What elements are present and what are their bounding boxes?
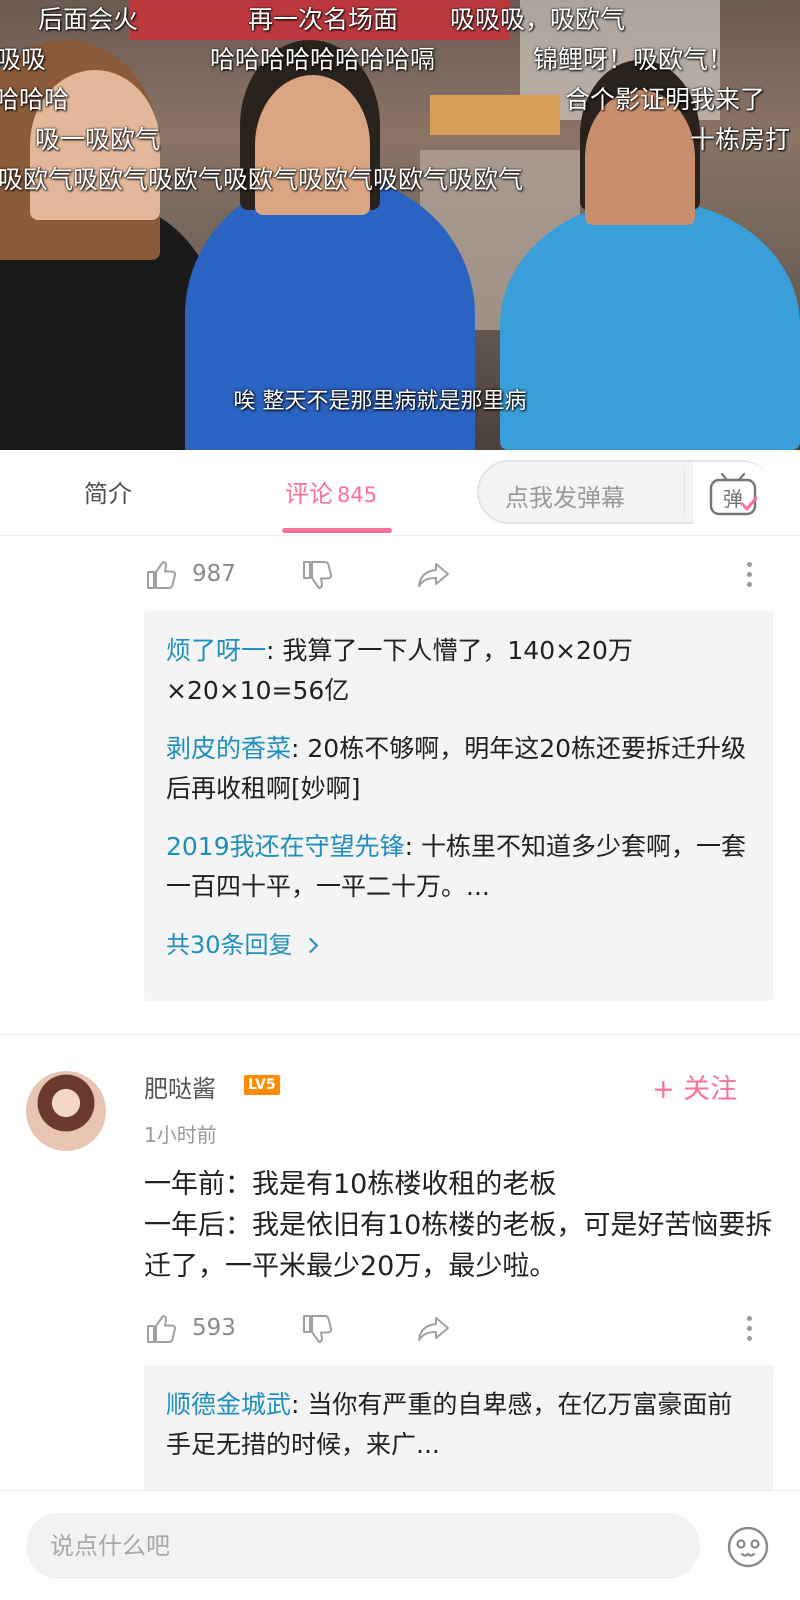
comment-text: 一年前：我是有10栋楼收租的老板 一年后：我是依旧有10栋楼的老板，可是好苦恼要…: [144, 1164, 784, 1287]
tab-comments-count: 845: [337, 483, 378, 507]
danmaku-comment: 吸一吸欧气: [35, 125, 161, 154]
thumbs-down-icon: [303, 561, 333, 589]
video-bg-sign2: [430, 95, 560, 135]
comment-input-bar: [0, 1490, 800, 1600]
more-options-icon[interactable]: [744, 559, 754, 591]
dislike-button[interactable]: [300, 1309, 340, 1349]
svg-text:弹: 弹: [723, 487, 743, 511]
send-danmaku-placeholder: 点我发弹幕: [505, 484, 625, 512]
share-icon: [418, 1317, 449, 1341]
comment-actions: 593: [144, 1309, 774, 1349]
share-button[interactable]: [416, 1309, 456, 1349]
danmaku-toggle-icon: 弹: [709, 472, 758, 516]
view-all-replies-link[interactable]: 共30条回复: [166, 925, 752, 980]
reply-preview-box[interactable]: 烦了呀一: 我算了一下人懵了，140×20万×20×10=56亿 剥皮的香菜: …: [144, 611, 774, 1001]
tab-intro[interactable]: 简介: [84, 474, 132, 509]
reply-username[interactable]: 2019我还在守望先锋: [166, 832, 405, 861]
comment-actions: 987: [144, 555, 774, 595]
follow-button[interactable]: + 关注: [652, 1067, 737, 1106]
tab-comments-label: 评论: [285, 480, 333, 508]
like-count: 593: [192, 1315, 236, 1341]
danmaku-comment: 十栋房打: [690, 125, 791, 154]
comment-time: 1小时前: [144, 1123, 217, 1147]
danmaku-comment: 合个影证明我来了: [565, 85, 766, 114]
reply-item: 2019我还在守望先锋: 十栋里不知道多少套啊，一套一百四十平，一平二十万。..…: [166, 827, 752, 907]
more-options-icon[interactable]: [744, 1313, 754, 1345]
danmaku-comment: 哈哈哈: [0, 85, 70, 114]
level-badge: LV5: [244, 1075, 280, 1095]
danmaku-comment: 吸欧气吸欧气吸欧气吸欧气吸欧气吸欧气吸欧气: [0, 165, 524, 194]
danmaku-toggle-button[interactable]: 弹: [694, 462, 774, 524]
share-icon: [418, 563, 449, 587]
tab-comments[interactable]: 评论 845: [285, 474, 377, 509]
danmaku-comment: 吸吸吸，吸欧气: [450, 5, 626, 34]
reply-item: 剥皮的香菜: 20栋不够啊，明年这20栋还要拆迁升级后再收租啊[妙啊]: [166, 729, 752, 809]
video-subtitle: 唉 整天不是那里病就是那里病: [233, 389, 527, 414]
comment-input[interactable]: [26, 1513, 700, 1579]
thumbs-down-icon: [303, 1315, 333, 1343]
reply-item: 顺德金城武: 当你有严重的自卑感，在亿万富豪面前手足无措的时候，来广...: [166, 1385, 752, 1465]
comment-username[interactable]: 肥哒酱: [144, 1069, 216, 1104]
danmaku-comment: 锦鲤呀！吸欧气！: [533, 45, 734, 74]
danmaku-comment: 再一次名场面: [248, 5, 399, 34]
emoji-icon[interactable]: [726, 1525, 770, 1569]
tab-active-indicator: [282, 528, 392, 533]
thumbs-up-icon: [147, 561, 177, 589]
tab-bar: 简介 评论 845 点我发弹幕 弹: [0, 450, 800, 536]
reply-username[interactable]: 顺德金城武: [166, 1390, 291, 1419]
comment-text-line: 一年前：我是有10栋楼收租的老板: [144, 1169, 557, 1200]
comment-feed[interactable]: 987 烦了呀一: 我算了一下人懵了，140×20万×20×10=56亿 剥皮的…: [0, 537, 800, 1490]
view-all-replies-label: 共30条回复: [166, 931, 293, 959]
comment-divider: [0, 1034, 800, 1035]
reply-username[interactable]: 烦了呀一: [166, 636, 266, 665]
danmaku-comment: 后面会火: [38, 5, 139, 34]
like-button[interactable]: 593: [144, 1309, 254, 1349]
chevron-right-icon: [302, 937, 318, 954]
send-danmaku-field[interactable]: 点我发弹幕 弹: [477, 460, 774, 524]
danmaku-field-divider: [684, 470, 685, 514]
danmaku-comment: 吸吸: [0, 45, 47, 74]
share-button[interactable]: [416, 555, 456, 595]
reply-username[interactable]: 剥皮的香菜: [166, 734, 291, 763]
thumbs-up-icon: [147, 1315, 177, 1343]
comment-text-line: 一年后：我是依旧有10栋楼的老板，可是好苦恼要拆迁了，一平米最少20万，最少啦。: [144, 1210, 773, 1282]
danmaku-comment: 哈哈哈哈哈哈哈哈嗝: [210, 45, 436, 74]
reply-item: 烦了呀一: 我算了一下人懵了，140×20万×20×10=56亿: [166, 631, 752, 711]
like-button[interactable]: 987: [144, 555, 254, 595]
avatar[interactable]: [26, 1071, 106, 1151]
video-player[interactable]: 后面会火 再一次名场面 吸吸吸，吸欧气 吸吸 哈哈哈哈哈哈哈哈嗝 锦鲤呀！吸欧气…: [0, 0, 800, 450]
like-count: 987: [192, 561, 236, 587]
dislike-button[interactable]: [300, 555, 340, 595]
reply-preview-box[interactable]: 顺德金城武: 当你有严重的自卑感，在亿万富豪面前手足无措的时候，来广...: [144, 1365, 774, 1490]
